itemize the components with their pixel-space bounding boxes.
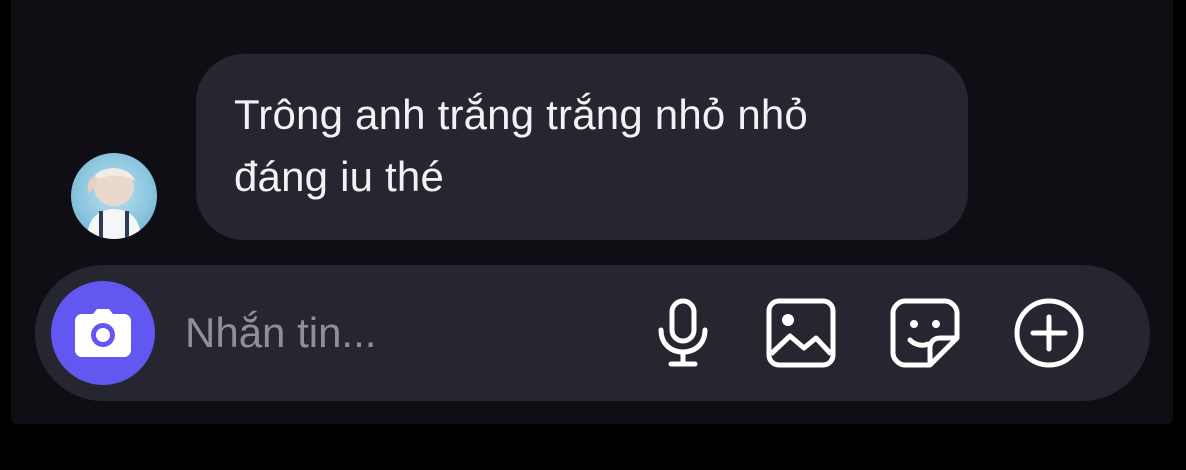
avatar[interactable] [71, 153, 157, 239]
gallery-button[interactable] [763, 295, 839, 371]
add-button[interactable] [1011, 295, 1087, 371]
message-bubble[interactable]: Trông anh trắng trắng nhỏ nhỏ đáng iu th… [196, 54, 968, 240]
plus-circle-icon [1014, 298, 1084, 368]
sticker-button[interactable] [887, 295, 963, 371]
message-text: Trông anh trắng trắng nhỏ nhỏ đáng iu th… [234, 91, 808, 200]
sticker-icon [890, 298, 960, 368]
message-composer [35, 265, 1150, 401]
camera-button[interactable] [51, 281, 155, 385]
microphone-button[interactable] [645, 295, 721, 371]
camera-icon [75, 309, 131, 357]
image-gallery-icon [766, 298, 836, 368]
microphone-icon [658, 298, 708, 367]
message-input[interactable] [185, 305, 625, 361]
